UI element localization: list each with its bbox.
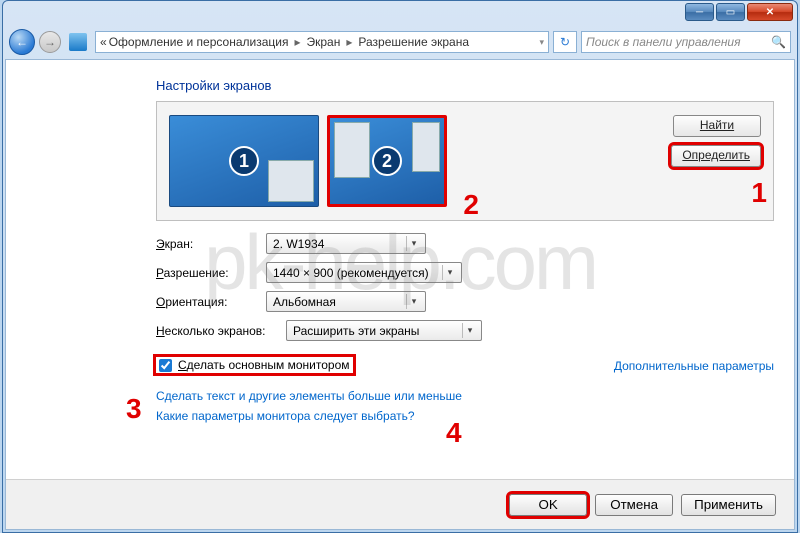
refresh-icon: ↻ <box>560 35 570 49</box>
chevron-down-icon: ▾ <box>406 236 421 251</box>
breadcrumb-item[interactable]: Экран <box>306 35 340 49</box>
resolution-value: 1440 × 900 (рекомендуется) <box>273 266 429 280</box>
nav-back-button[interactable]: ← <box>9 29 35 55</box>
breadcrumb[interactable]: « Оформление и персонализация ▸ Экран ▸ … <box>95 31 549 53</box>
chevron-right-icon: ▸ <box>290 35 304 49</box>
mini-window-icon <box>268 160 314 202</box>
make-main-display-label: Сделать основным монитором <box>178 358 350 372</box>
side-buttons: Найти Определить 1 <box>671 115 761 207</box>
search-input[interactable]: Поиск в панели управления 🔍 <box>581 31 791 53</box>
cancel-button[interactable]: Отмена <box>595 494 673 516</box>
page-title: Настройки экранов <box>156 78 774 93</box>
which-settings-link[interactable]: Какие параметры монитора следует выбрать… <box>156 409 774 423</box>
monitor-number-badge: 1 <box>229 146 259 176</box>
display-select[interactable]: 2. W1934 ▾ <box>266 233 426 254</box>
titlebar: ─ ▭ ✕ <box>3 1 797 27</box>
orientation-value: Альбомная <box>273 295 336 309</box>
display-label: Экран: <box>156 237 266 251</box>
address-bar: ← → « Оформление и персонализация ▸ Экра… <box>3 27 797 57</box>
settings-panel: Настройки экранов 1 2 2 Найти <box>6 60 794 479</box>
resolution-label: Разрешение: <box>156 266 266 280</box>
mini-window-icon <box>412 122 440 172</box>
maximize-button[interactable]: ▭ <box>716 3 745 21</box>
chevron-down-icon: ▾ <box>462 323 477 338</box>
chevron-down-icon: ▾ <box>442 265 457 280</box>
multi-displays-select[interactable]: Расширить эти экраны ▾ <box>286 320 482 341</box>
monitor-2[interactable]: 2 <box>327 115 447 207</box>
identify-displays-button[interactable]: Определить <box>671 145 761 167</box>
chevron-right-icon: ▸ <box>342 35 356 49</box>
control-panel-icon <box>69 33 87 51</box>
display-value: 2. W1934 <box>273 237 324 251</box>
dropdown-history-icon[interactable]: ▾ <box>539 37 544 48</box>
dialog-button-bar: OK Отмена Применить <box>6 479 794 529</box>
close-button[interactable]: ✕ <box>747 3 793 21</box>
mini-window-icon <box>334 122 370 178</box>
ok-button[interactable]: OK <box>509 494 587 516</box>
display-settings-form: Экран: 2. W1934 ▾ Разрешение: 1440 × 900… <box>156 233 774 341</box>
orientation-select[interactable]: Альбомная ▾ <box>266 291 426 312</box>
find-displays-button[interactable]: Найти <box>673 115 761 137</box>
breadcrumb-item[interactable]: Оформление и персонализация <box>109 35 289 49</box>
text-size-link[interactable]: Сделать текст и другие элементы больше и… <box>156 389 774 403</box>
monitor-number-badge: 2 <box>372 146 402 176</box>
chevron-down-icon: ▾ <box>406 294 421 309</box>
annotation-3: 3 <box>126 393 142 425</box>
resolution-select[interactable]: 1440 × 900 (рекомендуется) ▾ <box>266 262 462 283</box>
arrow-right-icon: → <box>44 35 56 49</box>
window-frame: ─ ▭ ✕ ← → « Оформление и персонализация … <box>2 0 798 533</box>
refresh-button[interactable]: ↻ <box>553 31 577 53</box>
breadcrumb-item[interactable]: Разрешение экрана <box>358 35 469 49</box>
multi-displays-value: Расширить эти экраны <box>293 324 419 338</box>
search-icon: 🔍 <box>771 35 786 49</box>
advanced-settings-link[interactable]: Дополнительные параметры <box>614 359 774 373</box>
content-area: Настройки экранов 1 2 2 Найти <box>5 59 795 530</box>
make-main-display-row: Сделать основным монитором <box>156 357 353 373</box>
apply-button[interactable]: Применить <box>681 494 776 516</box>
arrow-left-icon: ← <box>16 35 28 49</box>
nav-forward-button[interactable]: → <box>39 31 61 53</box>
breadcrumb-prefix: « <box>100 35 107 49</box>
orientation-label: Ориентация: <box>156 295 266 309</box>
annotation-1: 1 <box>751 177 767 209</box>
annotation-2: 2 <box>463 189 479 221</box>
annotation-4: 4 <box>446 417 462 449</box>
monitor-1[interactable]: 1 <box>169 115 319 207</box>
monitors-row: 1 2 2 <box>169 115 455 207</box>
minimize-button[interactable]: ─ <box>685 3 714 21</box>
make-main-display-checkbox[interactable] <box>159 359 172 372</box>
advanced-row: Сделать основным монитором Дополнительны… <box>156 349 774 383</box>
monitor-arrangement-area[interactable]: 1 2 2 Найти Определить 1 <box>156 101 774 221</box>
multi-displays-label: Несколько экранов: <box>156 324 286 338</box>
search-placeholder: Поиск в панели управления <box>586 35 741 49</box>
